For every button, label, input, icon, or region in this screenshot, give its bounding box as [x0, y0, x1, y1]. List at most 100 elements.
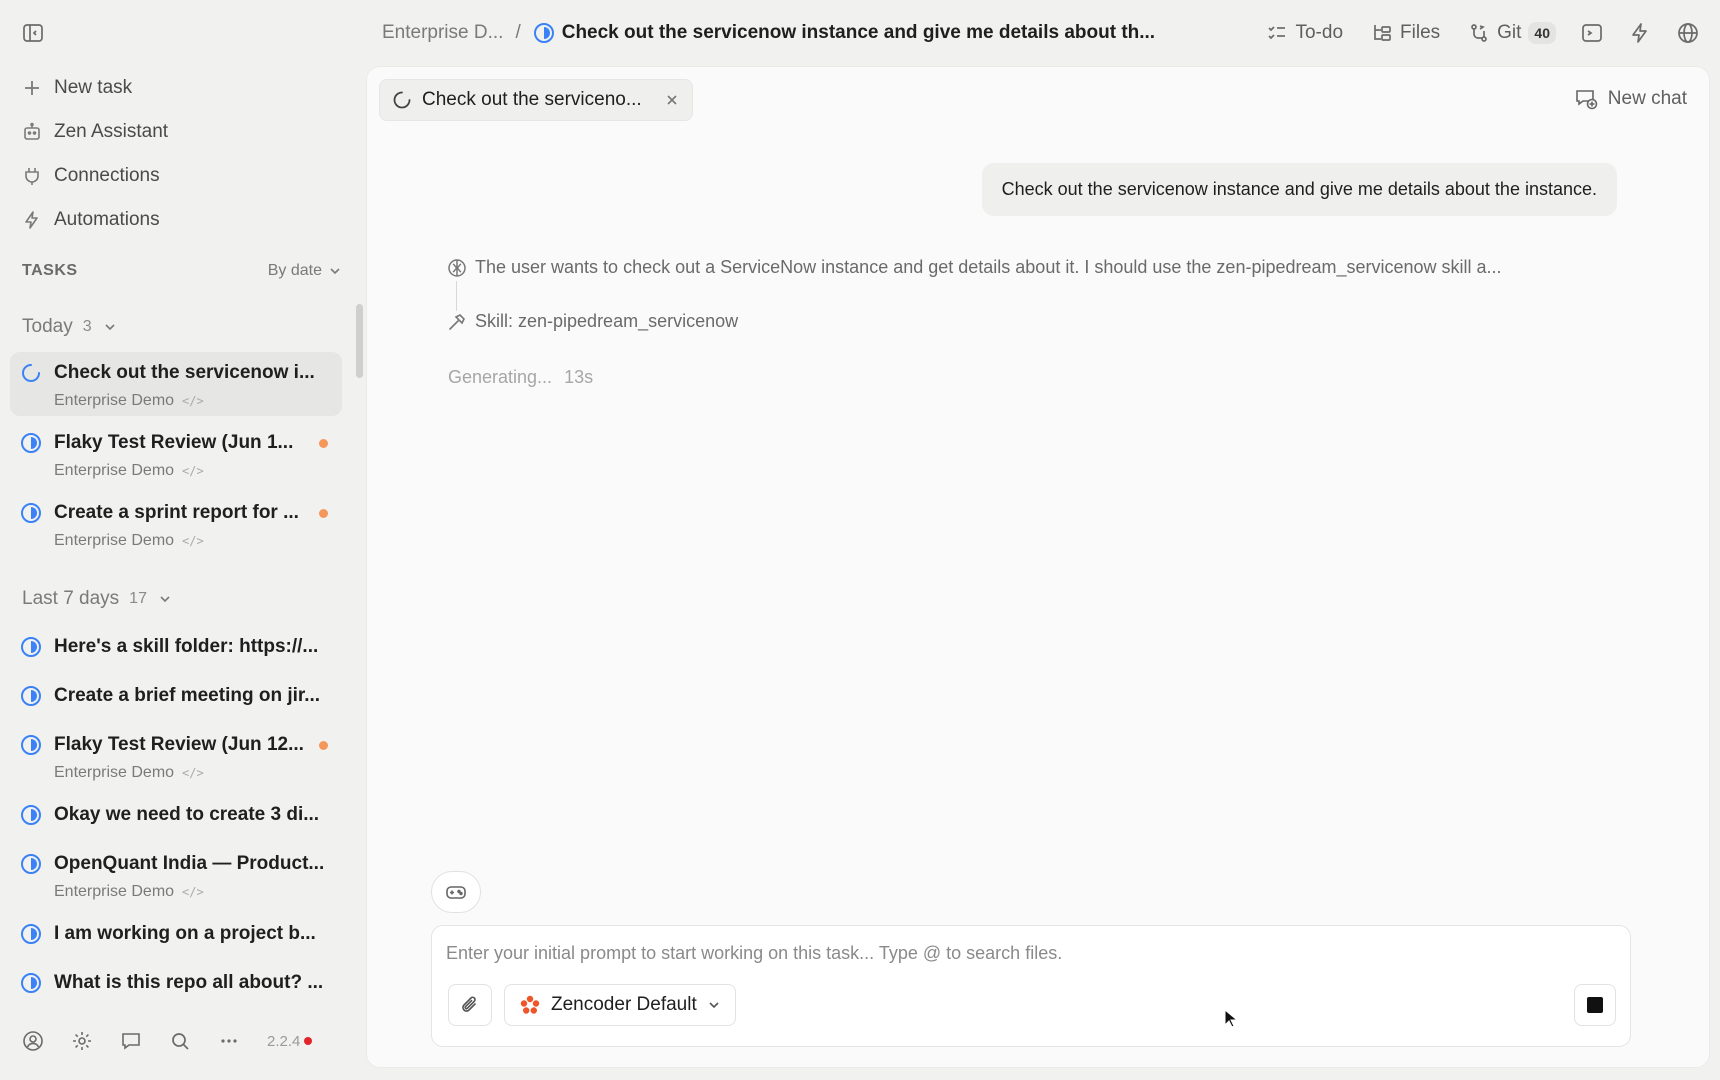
task-title: Flaky Test Review (Jun 12... — [54, 734, 304, 755]
task-item[interactable]: Okay we need to create 3 di... — [10, 794, 342, 838]
task-item[interactable]: What is this repo all about? ... — [10, 962, 342, 1006]
group-last-7-days[interactable]: Last 7 days 17 — [22, 588, 173, 610]
loading-icon — [392, 90, 412, 110]
code-icon: </> — [182, 534, 204, 548]
chat-tab[interactable]: Check out the serviceno... — [379, 79, 693, 121]
plug-icon — [22, 166, 42, 186]
main-panel: Check out the serviceno... New chat Chec… — [366, 66, 1710, 1068]
stop-icon — [1587, 997, 1603, 1013]
version-label: 2.2.4 — [267, 1032, 301, 1050]
skill-block[interactable]: Skill: zen-pipedream_servicenow — [447, 311, 738, 332]
in-progress-icon — [20, 636, 42, 658]
gamepad-icon — [445, 881, 467, 903]
user-message: Check out the servicenow instance and gi… — [981, 163, 1617, 216]
task-title: Check out the servicenow i... — [54, 362, 315, 383]
in-progress-icon — [20, 804, 42, 826]
lightning-icon[interactable] — [1628, 21, 1652, 45]
paperclip-icon — [460, 995, 480, 1015]
version-indicator[interactable]: 2.2.4 — [267, 1032, 313, 1050]
sidebar-scrollbar[interactable] — [356, 304, 363, 378]
loading-icon — [20, 362, 42, 384]
thinking-text: The user wants to check out a ServiceNow… — [475, 257, 1502, 277]
mouse-cursor-icon — [1224, 1009, 1238, 1028]
files-label: Files — [1400, 22, 1441, 43]
task-title: Create a brief meeting on jir... — [54, 685, 321, 706]
attach-button[interactable] — [448, 984, 492, 1026]
breadcrumb-parent[interactable]: Enterprise D... — [382, 22, 503, 44]
task-item[interactable]: Check out the servicenow i... Enterprise… — [10, 352, 342, 416]
task-title: I am working on a project b... — [54, 923, 316, 944]
new-task-label: New task — [54, 77, 133, 98]
task-item[interactable]: Create a brief meeting on jir... — [10, 675, 342, 719]
connections-label: Connections — [54, 165, 160, 186]
hammer-icon — [447, 312, 467, 332]
connections-button[interactable]: Connections — [22, 162, 160, 190]
zen-assistant-button[interactable]: Zen Assistant — [22, 118, 168, 146]
unread-dot — [319, 740, 328, 750]
stop-button[interactable] — [1574, 984, 1616, 1026]
zencoder-logo-icon — [519, 994, 541, 1016]
close-icon[interactable] — [664, 92, 680, 108]
terminal-icon[interactable] — [1580, 21, 1604, 45]
top-bar: Enterprise D... / Check out the servicen… — [0, 0, 1720, 66]
task-item[interactable]: OpenQuant India — Product... Enterprise … — [10, 843, 342, 907]
in-progress-icon — [20, 923, 42, 945]
group-count: 17 — [129, 590, 147, 607]
sort-dropdown[interactable]: By date — [268, 262, 342, 280]
new-task-button[interactable]: New task — [22, 74, 132, 102]
tasks-header: TASKS By date — [22, 262, 342, 280]
task-project: Enterprise Demo — [54, 532, 175, 549]
task-title: What is this repo all about? ... — [54, 972, 324, 993]
thread-line — [456, 281, 457, 311]
in-progress-icon — [20, 432, 42, 454]
new-chat-button[interactable]: New chat — [1574, 87, 1687, 111]
sidebar: New task Zen Assistant Connections Autom… — [0, 66, 356, 1080]
git-button[interactable]: Git 40 — [1468, 22, 1556, 44]
in-progress-icon — [20, 502, 42, 524]
search-icon[interactable] — [169, 1030, 191, 1052]
globe-icon[interactable] — [1676, 21, 1700, 45]
chevron-down-icon — [328, 264, 342, 278]
task-item[interactable]: Flaky Test Review (Jun 12... Enterprise … — [10, 724, 342, 788]
todo-icon — [1266, 22, 1288, 44]
code-icon: </> — [182, 766, 204, 780]
task-item[interactable]: Here's a skill folder: https://... — [10, 626, 342, 670]
sort-label: By date — [267, 262, 322, 279]
automations-button[interactable]: Automations — [22, 206, 160, 234]
unread-dot — [319, 508, 328, 518]
generating-time: 13s — [564, 367, 594, 387]
account-icon[interactable] — [22, 1030, 44, 1052]
prompt-input[interactable] — [446, 938, 1606, 968]
thinking-block[interactable]: The user wants to check out a ServiceNow… — [447, 257, 1687, 278]
group-today[interactable]: Today 3 — [22, 316, 118, 338]
chevron-down-icon — [157, 591, 173, 607]
code-icon: </> — [182, 394, 204, 408]
breadcrumb-separator: / — [515, 22, 521, 43]
task-title: OpenQuant India — Product... — [54, 853, 325, 874]
task-item[interactable]: Flaky Test Review (Jun 1... Enterprise D… — [10, 422, 342, 486]
task-title: Here's a skill folder: https://... — [54, 636, 319, 657]
chat-icon[interactable] — [120, 1030, 142, 1052]
tasks-title: TASKS — [22, 262, 78, 279]
controller-button[interactable] — [431, 871, 481, 913]
model-label: Zencoder Default — [551, 994, 697, 1015]
breadcrumb: Enterprise D... / Check out the servicen… — [382, 20, 1155, 46]
generating-label: Generating... — [448, 367, 553, 387]
robot-icon — [22, 122, 42, 142]
code-icon: </> — [182, 464, 204, 478]
files-button[interactable]: Files — [1371, 22, 1440, 44]
task-project: Enterprise Demo — [54, 392, 175, 409]
model-selector[interactable]: Zencoder Default — [504, 984, 736, 1026]
sidebar-toggle-icon[interactable] — [22, 22, 44, 44]
task-item[interactable]: Create a sprint report for ... Enterpris… — [10, 492, 342, 556]
git-count-badge: 40 — [1528, 22, 1556, 44]
task-title: Flaky Test Review (Jun 1... — [54, 432, 294, 453]
git-icon — [1468, 22, 1490, 44]
more-icon[interactable] — [218, 1030, 240, 1052]
brain-icon — [447, 258, 467, 278]
task-item[interactable]: I am working on a project b... — [10, 913, 342, 957]
settings-icon[interactable] — [71, 1030, 93, 1052]
group-label: Last 7 days — [22, 588, 120, 609]
in-progress-icon — [20, 972, 42, 994]
todo-button[interactable]: To-do — [1266, 22, 1343, 44]
